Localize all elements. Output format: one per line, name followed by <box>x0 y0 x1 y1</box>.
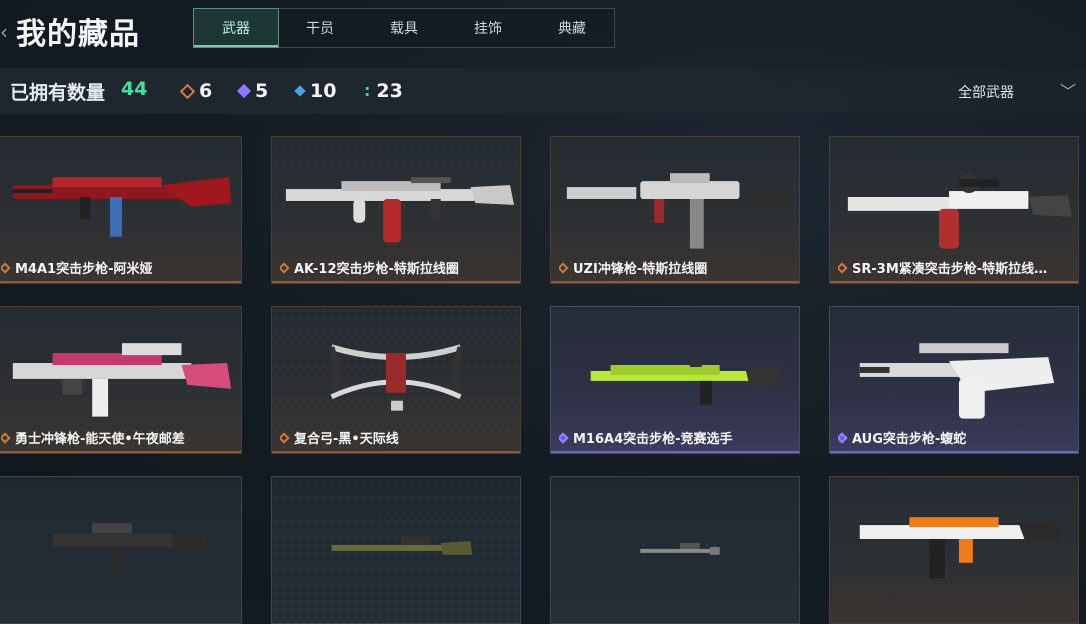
weapon-card[interactable]: M16A4突击步枪-竞赛选手 <box>550 306 800 454</box>
rarity-count: 6 <box>199 80 213 102</box>
smg-image <box>566 173 790 249</box>
weapon-card[interactable]: M4A1突击步枪-阿米娅 <box>0 136 242 284</box>
weapon-name-row: M4A1突击步枪-阿米娅 <box>1 258 237 277</box>
rarity-count: 10 <box>310 80 337 102</box>
smg-image <box>52 523 210 577</box>
weapon-name: AK-12突击步枪-特斯拉线圈 <box>294 262 459 277</box>
weapon-name: UZI冲锋枪-特斯拉线圈 <box>573 262 708 277</box>
orange-diamond-icon <box>1 431 11 444</box>
weapon-card[interactable] <box>271 476 521 624</box>
compound-bow-image <box>328 344 464 411</box>
weapon-name-row: AUG突击步枪-蝮蛇 <box>838 428 1074 447</box>
weapon-card[interactable]: SR-3M紧凑突击步枪-特斯拉线… <box>829 136 1079 284</box>
rarity-stat-blue: 10 <box>294 80 337 102</box>
weapon-card[interactable]: AK-12突击步枪-特斯拉线圈 <box>271 136 521 284</box>
purple-diamond-icon <box>838 431 848 444</box>
rifle-image <box>12 177 232 237</box>
weapon-name-row: 勇士冲锋枪-能天使•午夜邮差 <box>1 428 237 447</box>
weapon-name-row: UZI冲锋枪-特斯拉线圈 <box>559 258 795 277</box>
orange-diamond-icon <box>179 83 196 99</box>
chevron-left-icon[interactable]: ‹ <box>0 20 8 44</box>
tab-weapons[interactable]: 武器 <box>193 8 279 48</box>
tab-charms[interactable]: 挂饰 <box>446 9 530 47</box>
weapon-name: 复合弓-黑•天际线 <box>294 432 399 447</box>
rifle-image <box>859 343 1055 419</box>
weapon-card[interactable]: AUG突击步枪-蝮蛇 <box>829 306 1079 454</box>
weapon-name-row: 复合弓-黑•天际线 <box>280 428 516 447</box>
tab-operators[interactable]: 干员 <box>278 9 362 47</box>
weapon-card[interactable]: 勇士冲锋枪-能天使•午夜邮差 <box>0 306 242 454</box>
rarity-stat-purple: 5 <box>236 80 269 102</box>
rifle-image <box>590 359 782 405</box>
orange-diamond-icon <box>280 261 290 274</box>
green-dots-icon: : <box>364 81 371 100</box>
sniper-image <box>331 537 473 555</box>
owned-label: 已拥有数量 <box>10 82 106 104</box>
weapon-card[interactable]: 复合弓-黑•天际线 <box>271 306 521 454</box>
purple-diamond-icon <box>559 431 569 444</box>
weapon-name: AUG突击步枪-蝮蛇 <box>852 432 967 447</box>
rarity-stat-green: : 23 <box>364 80 403 102</box>
weapon-name: SR-3M紧凑突击步枪-特斯拉线… <box>852 262 1048 277</box>
chevron-down-icon[interactable]: ﹀ <box>1060 78 1076 102</box>
tab-vehicles[interactable]: 载具 <box>362 9 446 47</box>
rarity-stat-orange: 6 <box>179 80 213 102</box>
purple-diamond-icon <box>236 83 252 99</box>
rifle-image <box>285 177 515 243</box>
rifle-image <box>859 517 1061 579</box>
rarity-count: 23 <box>376 80 403 102</box>
weapon-name: M16A4突击步枪-竞赛选手 <box>573 432 733 447</box>
page-title: 我的藏品 <box>16 17 140 52</box>
weapon-card[interactable] <box>0 476 242 624</box>
rarity-count: 5 <box>255 80 269 102</box>
smg-image <box>12 343 232 417</box>
tab-collection[interactable]: 典藏 <box>530 9 614 47</box>
weapon-name: M4A1突击步枪-阿米娅 <box>15 262 153 277</box>
weapon-filter-dropdown[interactable]: 全部武器 <box>958 82 1014 102</box>
orange-diamond-icon <box>1 261 11 274</box>
stats-bar: 已拥有数量 44 6 5 10 : 23 全部武器 ﹀ <box>0 68 1086 114</box>
orange-diamond-icon <box>838 261 848 274</box>
rifle-image <box>847 173 1073 249</box>
weapon-card[interactable]: UZI冲锋枪-特斯拉线圈 <box>550 136 800 284</box>
blue-diamond-icon <box>294 85 306 97</box>
weapon-name-row: AK-12突击步枪-特斯拉线圈 <box>280 258 516 277</box>
weapon-card[interactable] <box>829 476 1079 624</box>
sniper-image <box>640 542 720 555</box>
weapon-name-row: SR-3M紧凑突击步枪-特斯拉线… <box>838 258 1074 277</box>
category-tabs: 武器 干员 载具 挂饰 典藏 <box>193 8 615 48</box>
weapon-card[interactable] <box>550 476 800 624</box>
orange-diamond-icon <box>280 431 290 444</box>
header: ‹ 我的藏品 武器 干员 载具 挂饰 典藏 <box>0 0 1086 62</box>
weapon-name: 勇士冲锋枪-能天使•午夜邮差 <box>15 432 185 447</box>
weapon-name-row: M16A4突击步枪-竞赛选手 <box>559 428 795 447</box>
owned-count: 44 <box>121 78 148 100</box>
orange-diamond-icon <box>559 261 569 274</box>
